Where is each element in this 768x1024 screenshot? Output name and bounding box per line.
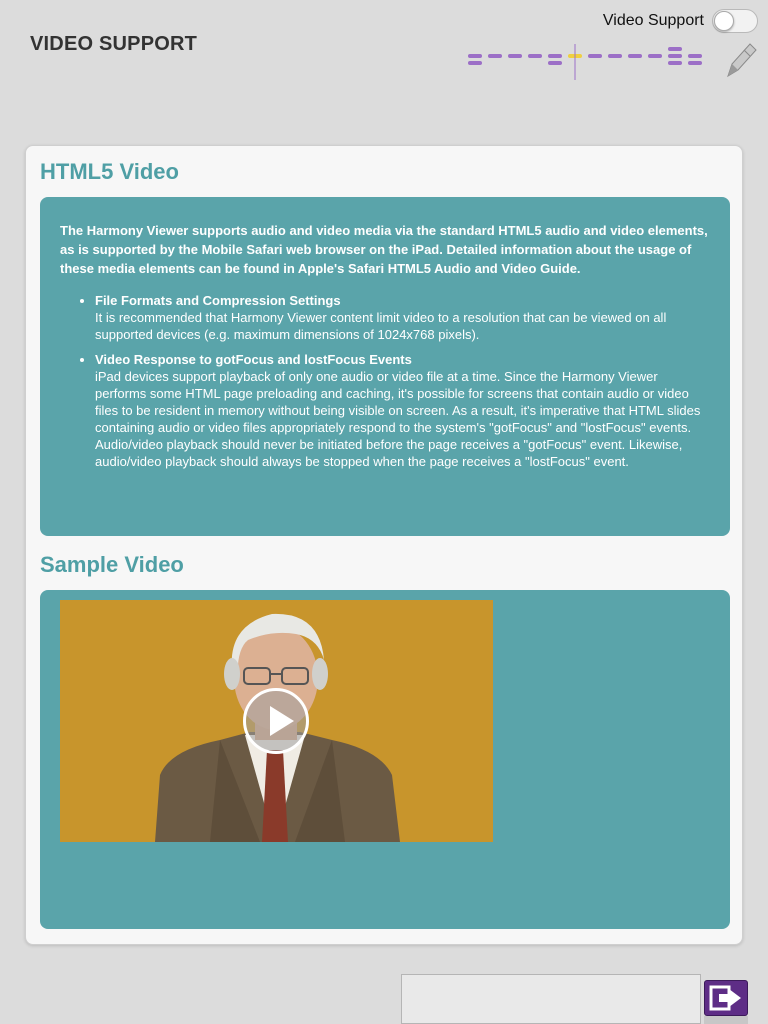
progress-segment <box>688 61 702 65</box>
content-card: HTML5 Video The Harmony Viewer supports … <box>25 145 743 945</box>
exit-button[interactable] <box>704 980 748 1016</box>
page-title: VIDEO SUPPORT <box>30 33 198 55</box>
html5-info-panel: The Harmony Viewer supports audio and vi… <box>40 197 730 536</box>
progress-segment <box>688 54 702 58</box>
progress-navigator[interactable] <box>466 44 706 80</box>
video-support-toggle-group[interactable]: Video Support <box>603 9 758 33</box>
progress-segment <box>668 47 682 51</box>
list-item: File Formats and Compression Settings It… <box>95 292 710 343</box>
video-support-toggle[interactable] <box>712 9 758 33</box>
feature-list: File Formats and Compression Settings It… <box>60 292 710 470</box>
pencil-icon[interactable] <box>724 40 760 80</box>
feature-body: It is recommended that Harmony Viewer co… <box>95 310 667 342</box>
video-support-toggle-label: Video Support <box>602 12 704 29</box>
progress-segment <box>468 61 482 65</box>
play-icon[interactable] <box>243 688 309 754</box>
progress-segment <box>588 54 602 58</box>
intro-paragraph: The Harmony Viewer supports audio and vi… <box>60 223 708 276</box>
progress-segment <box>468 54 482 58</box>
feature-title: Video Response to gotFocus and lostFocus… <box>95 352 412 367</box>
notes-field[interactable] <box>401 974 701 1024</box>
progress-segment <box>648 54 662 58</box>
progress-segment <box>508 54 522 58</box>
progress-segment <box>668 61 682 65</box>
progress-segment <box>488 54 502 58</box>
exit-icon <box>709 985 741 1011</box>
progress-segment <box>608 54 622 58</box>
progress-segment <box>628 54 642 58</box>
secondary-nav-button[interactable] <box>704 1016 748 1024</box>
feature-body: iPad devices support playback of only on… <box>95 369 701 469</box>
feature-title: File Formats and Compression Settings <box>95 293 341 308</box>
progress-segment <box>548 61 562 65</box>
html5-video-heading: HTML5 Video <box>40 159 179 184</box>
progress-segment <box>668 54 682 58</box>
sample-video-panel <box>40 590 730 929</box>
sample-video-heading: Sample Video <box>40 552 184 577</box>
toggle-knob <box>714 11 734 31</box>
progress-segment <box>548 54 562 58</box>
video-player[interactable] <box>60 600 493 842</box>
list-item: Video Response to gotFocus and lostFocus… <box>95 351 710 470</box>
progress-segment <box>528 54 542 58</box>
